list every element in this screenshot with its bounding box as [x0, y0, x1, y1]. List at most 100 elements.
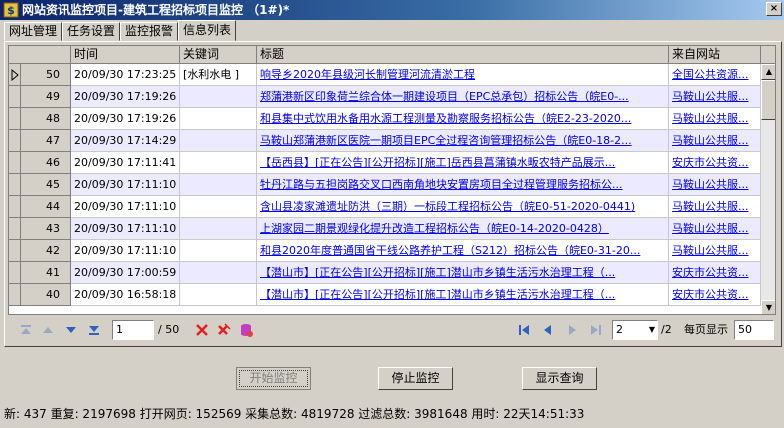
row-title-link[interactable]: 【潜山市】[正在公告][公开招标][施工]潜山市乡镇生活污水治理工程（...: [257, 262, 669, 284]
table-row[interactable]: 46 20/09/30 17:11:41 【岳西县】[正在公告][公开招标][施…: [9, 152, 761, 174]
row-keyword: [水利水电 ]: [180, 64, 257, 86]
delete-icon[interactable]: [194, 322, 210, 338]
first-record-icon[interactable]: [18, 322, 34, 338]
row-title-link[interactable]: 【潜山市】[正在公告][公开招标][施工]潜山市乡镇生活污水治理工程（...: [257, 284, 669, 306]
row-site-link[interactable]: 安庆市公共资...: [669, 284, 761, 306]
row-id: 40: [21, 284, 71, 306]
row-site-link[interactable]: 马鞍山公共服...: [669, 218, 761, 240]
row-time: 20/09/30 16:58:18: [71, 284, 180, 306]
row-site-link[interactable]: 马鞍山公共服...: [669, 108, 761, 130]
header-time[interactable]: 时间: [71, 46, 180, 64]
header-site[interactable]: 来自网站: [669, 46, 761, 64]
row-time: 20/09/30 17:11:10: [71, 218, 180, 240]
table-row[interactable]: 50 20/09/30 17:23:25 [水利水电 ] 响导乡2020年县级河…: [9, 64, 761, 86]
status-bar: 新: 437 重复: 2197698 打开网页: 152569 采集总数: 48…: [4, 407, 585, 421]
current-page-input[interactable]: 1: [112, 320, 154, 340]
table-row[interactable]: 41 20/09/30 17:00:59 【潜山市】[正在公告][公开招标][施…: [9, 262, 761, 284]
row-site-link[interactable]: 马鞍山公共服...: [669, 240, 761, 262]
row-id: 49: [21, 86, 71, 108]
delete-all-icon[interactable]: [216, 322, 232, 338]
row-id: 45: [21, 174, 71, 196]
vertical-scrollbar[interactable]: ▲ ▼: [761, 64, 775, 314]
header-title[interactable]: 标题: [257, 46, 669, 64]
row-title-link[interactable]: 上湖家园二期景观绿化提升改造工程招标公告（皖E0-14-2020-0428）: [257, 218, 669, 240]
table-row[interactable]: 44 20/09/30 17:11:10 含山县凌家滩遗址防洪（三期）一标段工程…: [9, 196, 761, 218]
row-site-link[interactable]: 马鞍山公共服...: [669, 86, 761, 108]
header-scroll-corner: [761, 46, 775, 64]
row-id: 42: [21, 240, 71, 262]
row-title-link[interactable]: 和县集中式饮用水备用水源工程测量及勘察服务招标公告（皖E2-23-2020...: [257, 108, 669, 130]
scroll-down-icon[interactable]: ▼: [761, 300, 775, 314]
table-row[interactable]: 48 20/09/30 17:19:26 和县集中式饮用水备用水源工程测量及勘察…: [9, 108, 761, 130]
nav-total-label: /2: [661, 323, 672, 336]
tab-url-management[interactable]: 网址管理: [4, 22, 63, 41]
close-button[interactable]: ×: [766, 2, 782, 16]
window-title: 网站资讯监控项目-建筑工程招标项目监控 （1#)*: [22, 3, 290, 17]
row-pointer-icon: [11, 68, 19, 82]
start-monitor-button[interactable]: 开始监控: [236, 367, 311, 390]
next-page-icon[interactable]: [564, 322, 580, 338]
table-row[interactable]: 49 20/09/30 17:19:26 郑蒲港新区印象荷兰综合体一期建设项目（…: [9, 86, 761, 108]
page-size-input[interactable]: 50: [734, 320, 774, 340]
chevron-down-icon: ▼: [648, 325, 655, 334]
row-site-link[interactable]: 马鞍山公共服...: [669, 196, 761, 218]
row-id: 47: [21, 130, 71, 152]
info-grid: 时间 关键词 标题 来自网站 50 20/09/30 17:23:25 [水利水…: [8, 45, 776, 315]
row-title-link[interactable]: 马鞍山郑蒲港新区医院一期项目EPC全过程咨询管理招标公告（皖E0-18-2...: [257, 130, 669, 152]
row-id: 46: [21, 152, 71, 174]
page-select[interactable]: 2 ▼: [612, 320, 658, 340]
scroll-thumb[interactable]: [761, 80, 775, 120]
table-row[interactable]: 43 20/09/30 17:11:10 上湖家园二期景观绿化提升改造工程招标公…: [9, 218, 761, 240]
last-record-icon[interactable]: [86, 322, 102, 338]
app-icon: $: [3, 2, 19, 18]
tab-info-list[interactable]: 信息列表: [178, 20, 237, 41]
row-title-link[interactable]: 含山县凌家滩遗址防洪（三期）一标段工程招标公告（皖E0-51-2020-0441…: [257, 196, 669, 218]
row-time: 20/09/30 17:14:29: [71, 130, 180, 152]
row-time: 20/09/30 17:19:26: [71, 86, 180, 108]
show-query-button[interactable]: 显示查询: [522, 367, 597, 390]
next-record-icon[interactable]: [63, 322, 79, 338]
header-keyword[interactable]: 关键词: [180, 46, 257, 64]
row-keyword: [180, 130, 257, 152]
row-indicator: [9, 174, 21, 196]
total-pages-label: / 50: [158, 323, 180, 336]
row-time: 20/09/30 17:11:10: [71, 240, 180, 262]
pager-bar: 1 / 50 2 ▼ /2 每页显示 50: [8, 318, 776, 342]
row-title-link[interactable]: 【岳西县】[正在公告][公开招标][施工]岳西县菖蒲镇水畈农特产品展示...: [257, 152, 669, 174]
row-site-link[interactable]: 安庆市公共资...: [669, 262, 761, 284]
row-indicator: [9, 130, 21, 152]
row-title-link[interactable]: 郑蒲港新区印象荷兰综合体一期建设项目（EPC总承包）招标公告（皖E0-...: [257, 86, 669, 108]
row-title-link[interactable]: 和县2020年度普通国省干线公路养护工程（S212）招标公告（皖E0-31-20…: [257, 240, 669, 262]
row-site-link[interactable]: 安庆市公共资...: [669, 152, 761, 174]
last-page-icon[interactable]: [588, 322, 604, 338]
table-row[interactable]: 40 20/09/30 16:58:18 【潜山市】[正在公告][公开招标][施…: [9, 284, 761, 306]
scroll-up-icon[interactable]: ▲: [761, 64, 775, 80]
row-site-link[interactable]: 全国公共资源...: [669, 64, 761, 86]
row-site-link[interactable]: 马鞍山公共服...: [669, 174, 761, 196]
prev-page-icon[interactable]: [540, 322, 556, 338]
row-indicator: [9, 64, 21, 86]
row-site-link[interactable]: 马鞍山公共服...: [669, 130, 761, 152]
prev-record-icon[interactable]: [40, 322, 56, 338]
tab-monitor-alarm[interactable]: 监控报警: [120, 22, 179, 41]
first-page-icon[interactable]: [516, 322, 532, 338]
row-indicator: [9, 284, 21, 306]
row-keyword: [180, 262, 257, 284]
stop-monitor-button[interactable]: 停止监控: [378, 367, 453, 390]
row-time: 20/09/30 17:19:26: [71, 108, 180, 130]
row-indicator: [9, 152, 21, 174]
table-row[interactable]: 42 20/09/30 17:11:10 和县2020年度普通国省干线公路养护工…: [9, 240, 761, 262]
window-title-bar: $ 网站资讯监控项目-建筑工程招标项目监控 （1#)* ×: [0, 0, 784, 20]
row-id: 50: [21, 64, 71, 86]
row-title-link[interactable]: 牡丹江路与五担岗路交叉口西南角地块安置房项目全过程管理服务招标公...: [257, 174, 669, 196]
row-title-link[interactable]: 响导乡2020年县级河长制管理河流清淤工程: [257, 64, 669, 86]
row-id: 41: [21, 262, 71, 284]
row-indicator: [9, 108, 21, 130]
row-indicator: [9, 240, 21, 262]
row-time: 20/09/30 17:11:41: [71, 152, 180, 174]
row-time: 20/09/30 17:00:59: [71, 262, 180, 284]
table-row[interactable]: 45 20/09/30 17:11:10 牡丹江路与五担岗路交叉口西南角地块安置…: [9, 174, 761, 196]
database-icon[interactable]: [238, 322, 254, 338]
table-row[interactable]: 47 20/09/30 17:14:29 马鞍山郑蒲港新区医院一期项目EPC全过…: [9, 130, 761, 152]
tab-task-settings[interactable]: 任务设置: [62, 22, 121, 41]
